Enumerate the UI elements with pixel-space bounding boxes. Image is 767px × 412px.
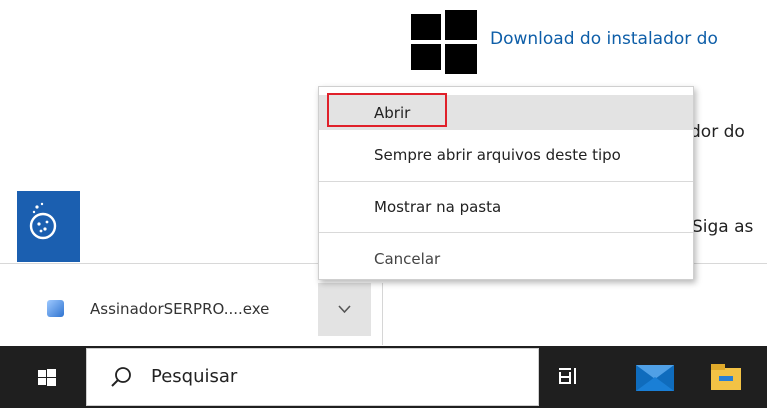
menu-item-label: Cancelar xyxy=(374,250,441,268)
highlight-box xyxy=(327,93,447,127)
menu-item-label: Sempre abrir arquivos deste tipo xyxy=(374,146,621,164)
app-tile[interactable] xyxy=(17,191,80,262)
mail-app-button[interactable] xyxy=(628,346,688,408)
search-icon xyxy=(111,367,131,387)
menu-separator xyxy=(319,232,693,233)
chevron-down-icon xyxy=(338,305,351,314)
partial-text-line-2: dor do xyxy=(690,122,745,142)
file-explorer-icon xyxy=(711,364,741,390)
mail-icon xyxy=(636,365,674,391)
menu-item-sempre-abrir[interactable]: Sempre abrir arquivos deste tipo xyxy=(319,138,693,172)
menu-item-mostrar-na-pasta[interactable]: Mostrar na pasta xyxy=(319,190,693,224)
download-bar-divider xyxy=(382,283,383,345)
menu-item-cancelar[interactable]: Cancelar xyxy=(319,242,693,276)
file-explorer-button[interactable] xyxy=(707,346,767,408)
menu-item-label: Mostrar na pasta xyxy=(374,198,502,216)
taskbar: Pesquisar xyxy=(0,346,767,408)
task-view-icon xyxy=(559,368,576,384)
cookie-app-icon xyxy=(29,202,57,240)
start-button[interactable] xyxy=(0,346,86,408)
download-file-name[interactable]: AssinadorSERPRO....exe xyxy=(90,300,269,318)
taskbar-search-box[interactable]: Pesquisar xyxy=(86,348,539,406)
installer-icon xyxy=(47,300,64,317)
windows-start-icon xyxy=(38,369,56,386)
windows-logo-icon xyxy=(411,10,477,74)
partial-text-line-3: Siga as xyxy=(692,217,754,237)
task-view-button[interactable] xyxy=(539,346,599,408)
menu-separator xyxy=(319,181,693,182)
search-placeholder: Pesquisar xyxy=(151,366,238,387)
download-menu-button[interactable] xyxy=(318,283,371,336)
download-installer-link[interactable]: Download do instalador do xyxy=(490,29,718,49)
